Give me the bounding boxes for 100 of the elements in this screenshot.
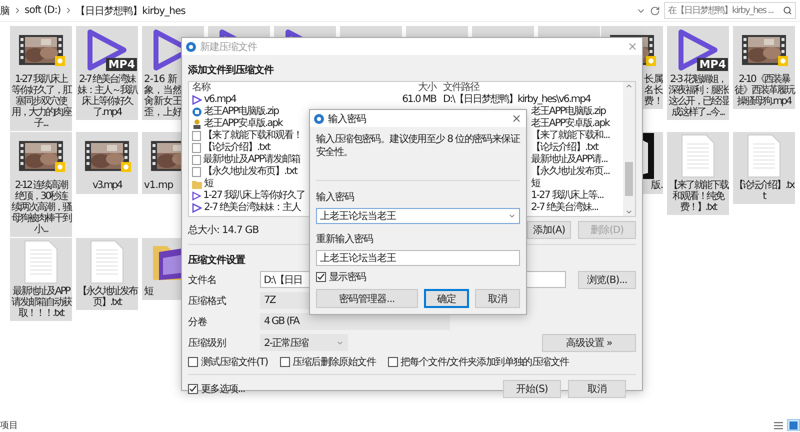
file-name: 歪，上好 (144, 107, 182, 118)
file-name: v1.mp (144, 180, 174, 191)
show-password-checkbox[interactable]: 显示密码 (316, 270, 520, 284)
field-label: 压缩级别 (188, 336, 227, 350)
table-cell-text: 61.0 MB (401, 94, 438, 106)
column-header: 大小 (417, 82, 438, 94)
app-icon (314, 114, 324, 124)
file-tile[interactable]: MP4 2-3 花魁媚姐，深夜福利：腿张这么开，已经湿成这样了...今... (667, 26, 729, 120)
dropdown-field[interactable]: 4 GB (FA (260, 313, 450, 330)
file-name: 版. (650, 180, 663, 191)
table-cell-text: 1-27 我趴床上等... (530, 190, 604, 202)
cancel-button[interactable]: 取消 (568, 380, 626, 398)
file-name: 2-3 花魁媚姐，深夜福利：腿张这么开，已经湿成这样了...今... (667, 74, 729, 118)
table-cell-text: D:\【日日梦想鸭】kirby_hes\v6.mp4 (442, 94, 592, 106)
table-cell-text: 老王APP安卓版.apk (530, 118, 611, 130)
dialog-button[interactable]: 取消 (474, 289, 520, 308)
player-badge-icon (55, 56, 65, 66)
search-field[interactable]: 在【日日梦想鸭】kirby_hes ... (664, 2, 796, 19)
file-tile[interactable]: 2-10《西装暴徒》西装革履玩操骚母狗.mp4 (733, 26, 795, 109)
file-tile[interactable]: 【永久地址发布页】.txt (76, 238, 138, 310)
file-name: 1-27 我趴床上等你好久了，肛塞同步双穴使用，大力的肉座子... (10, 74, 72, 129)
breadcrumb-item[interactable]: 脑 (0, 4, 10, 18)
file-name: 【永久地址发布页】.txt (76, 286, 138, 308)
player-badge-icon (646, 56, 656, 66)
file-name: 最新地址及APP请发邮箱自动获取！！！.txt (10, 286, 72, 319)
refresh-icon[interactable] (650, 6, 660, 16)
browse-button[interactable]: 浏览(B)... (578, 270, 636, 288)
file-tile[interactable]: v3.mp4 (76, 132, 138, 194)
file-type-label: MP4 (697, 58, 728, 71)
status-text: 项目 (0, 420, 18, 432)
close-icon[interactable] (511, 113, 522, 124)
player-badge-icon (778, 56, 788, 66)
file-name: 短 (144, 286, 154, 297)
archive-icon (192, 107, 202, 117)
table-cell-text: 最新地址及APP请... (530, 154, 608, 166)
file-name: 长属 (644, 74, 663, 85)
file-name: 【论坛介绍】.txt (733, 180, 795, 202)
more-options-checkbox[interactable]: 更多选项... (188, 382, 245, 396)
file-name: 2-7 绝美台湾妹妹：主人～我趴床上等你好久了.mp4 (76, 74, 138, 118)
table-cell-text: 2-7 绝美台湾妹... (530, 202, 600, 214)
table-cell-text: 短 (530, 178, 542, 190)
field-label: 分卷 (188, 316, 208, 328)
option-checkbox[interactable]: 压缩后删除原始文件 (280, 355, 376, 369)
scroll-down-icon[interactable] (625, 208, 633, 216)
file-type-label: MP4 (106, 58, 137, 71)
document-icon (747, 134, 781, 178)
total-size: 总大小: 14.7 GB (188, 224, 259, 237)
file-tile[interactable]: 最新地址及APP请发邮箱自动获取！！！.txt (10, 238, 72, 321)
file-row-name[interactable]: 2-7 绝美台湾妹妹：主人 (189, 202, 305, 214)
folder-icon (192, 180, 202, 188)
dialog-button[interactable]: 密码管理器... (316, 289, 418, 308)
scrollbar[interactable] (623, 82, 635, 216)
scroll-up-icon[interactable] (625, 82, 633, 90)
scrollbar-thumb[interactable] (625, 162, 633, 196)
start-button[interactable]: 开始(S) (503, 380, 561, 398)
add-button[interactable]: 添加(A) (527, 221, 571, 239)
document-icon (24, 240, 58, 284)
dialog-button[interactable]: 确定 (424, 289, 469, 308)
checkmark-icon (317, 273, 325, 281)
field-label: 重新输入密码 (316, 232, 374, 246)
details-view-icon (774, 420, 783, 430)
player-badge-icon (55, 162, 65, 172)
file-name: 2-12 连续高潮绝顶，30秒连续两次高潮，骚母狗被肉棒干到小... (10, 180, 72, 235)
file-tile[interactable]: MP4 2-7 绝美台湾妹妹：主人～我趴床上等你好久了.mp4 (76, 26, 138, 120)
large-icons-view-icon (789, 420, 798, 430)
file-tile[interactable]: 【来了就能下载和观看！纯免费！】.txt (667, 132, 729, 215)
file-name: 【来了就能下载和观看！纯免费！】.txt (667, 180, 729, 213)
close-icon[interactable] (627, 41, 638, 52)
view-toggle[interactable] (787, 419, 800, 431)
search-icon (783, 6, 792, 15)
password-field[interactable]: 上老王论坛当老王 (316, 208, 520, 224)
file-name: 2-10《西装暴徒》西装革履玩操骚母狗.mp4 (733, 74, 795, 107)
file-tile[interactable]: 1-27 我趴床上等你好久了，肛塞同步双穴使用，大力的肉座子... (10, 26, 72, 131)
breadcrumb-item[interactable]: soft (D:) (24, 5, 61, 16)
video-file-icon (192, 95, 202, 105)
option-checkbox[interactable]: 把每个文件/文件夹添加到单独的压缩文件 (388, 355, 569, 369)
file-tile[interactable]: 【论坛介绍】.txt (733, 132, 795, 204)
package-icon (192, 119, 202, 129)
chevron-icon (508, 212, 516, 220)
field-label: 输入密码 (316, 190, 355, 204)
checkmark-icon (189, 385, 197, 393)
table-cell-text: 【永久地址发布页... (530, 166, 611, 178)
file-tile[interactable]: 2-12 连续高潮绝顶，30秒连续两次高潮，骚母狗被肉棒干到小... (10, 132, 72, 237)
dropdown-field[interactable]: 2-正常压缩 (260, 334, 348, 351)
column-header: 文件路径 (442, 82, 480, 94)
file-name: 2-16 新 (144, 74, 177, 85)
advanced-settings-button[interactable]: 高级设置 » (542, 334, 636, 352)
option-checkbox[interactable]: 测试压缩文件(T) (188, 355, 268, 369)
password-confirm-field[interactable]: 上老王论坛当老王 (316, 250, 520, 266)
view-toggle[interactable] (772, 419, 785, 431)
file-name: v3.mp4 (92, 180, 123, 191)
table-cell-text: 【论坛介绍】.txt (530, 142, 600, 154)
document-icon (90, 240, 124, 284)
file-name: 肏新女王 (144, 96, 182, 107)
file-row-name[interactable]: 老王APP安卓版.apk (189, 118, 305, 130)
table-cell-text: 【来了就能下载和... (530, 130, 611, 142)
app-icon (186, 42, 196, 52)
breadcrumb-item[interactable]: 【日日梦想鸭】kirby_hes (76, 4, 186, 18)
table-cell-text: 老王APP电脑版.zip (530, 106, 607, 118)
instruction-text: 输入压缩包密码。建议使用至少 8 位的密码来保证安全性。 (316, 133, 520, 160)
